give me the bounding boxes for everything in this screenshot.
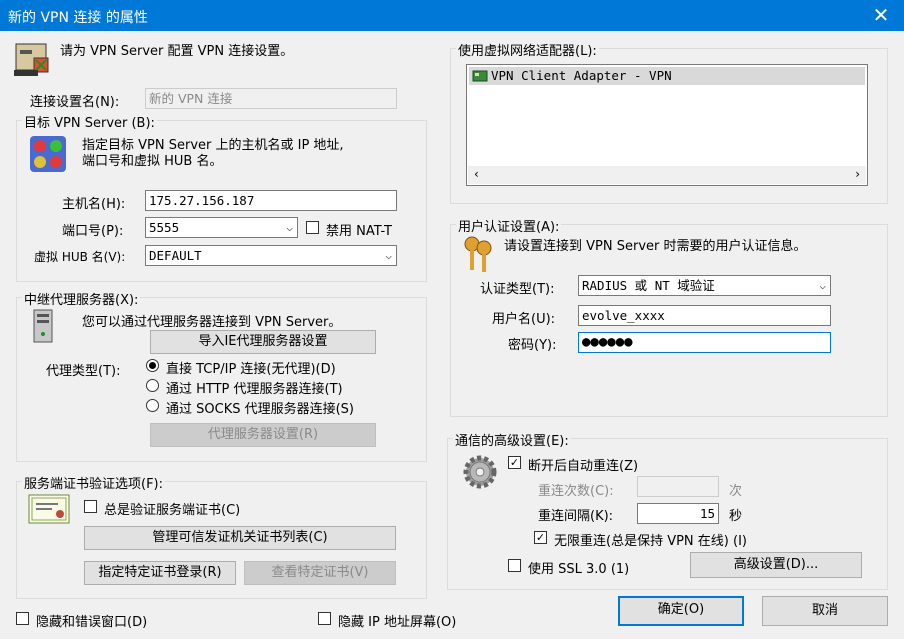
- view-cert-button[interactable]: 查看特定证书(V): [244, 561, 396, 585]
- retry-count-label: 重连次数(C):: [538, 484, 614, 499]
- proxy-option-socks: 通过 SOCKS 代理服务器连接(S): [166, 402, 354, 417]
- password-input[interactable]: ●●●●●●: [578, 332, 831, 353]
- hide-ip-checkbox[interactable]: [318, 612, 331, 625]
- retry-count-unit: 次: [729, 484, 743, 499]
- auto-reconnect-label: 断开后自动重连(Z): [528, 459, 639, 474]
- proxy-group-label: 中继代理服务器(X):: [22, 289, 141, 308]
- proxy-desc: 您可以通过代理服务器连接到 VPN Server。: [82, 315, 342, 330]
- host-label: 主机名(H):: [62, 197, 126, 212]
- import-ie-proxy-button[interactable]: 导入IE代理服务器设置: [150, 330, 376, 354]
- gear-icon: [463, 455, 497, 489]
- hide-errors-checkbox[interactable]: [16, 612, 29, 625]
- infinite-reconnect-checkbox[interactable]: ✓: [534, 531, 547, 544]
- auth-desc: 请设置连接到 VPN Server 时需要的用户认证信息。: [504, 239, 807, 254]
- hide-ip-label: 隐藏 IP 地址屏幕(O): [338, 615, 457, 630]
- proxy-radio-socks[interactable]: [146, 399, 159, 412]
- proxy-type-label: 代理类型(T):: [46, 364, 121, 379]
- window-title: 新的 VPN 连接 的属性: [8, 10, 148, 26]
- chevron-left-icon[interactable]: ‹: [474, 167, 479, 181]
- host-input[interactable]: 175.27.156.187: [145, 190, 397, 211]
- port-combo[interactable]: 5555 ⌵: [145, 217, 298, 238]
- keys-icon: [464, 236, 492, 272]
- hide-errors-label: 隐藏和错误窗口(D): [36, 615, 148, 630]
- advanced-group-label: 通信的高级设置(E):: [453, 430, 571, 449]
- natt-checkbox[interactable]: [306, 221, 319, 234]
- retry-interval-input[interactable]: 15: [637, 503, 719, 524]
- cert-group-label: 服务端证书验证选项(F):: [22, 473, 166, 492]
- computer-icon: [33, 309, 53, 343]
- auto-reconnect-checkbox[interactable]: ✓: [508, 456, 521, 469]
- chevron-down-icon: ⌵: [286, 221, 293, 234]
- conn-name-label: 连接设置名(N):: [30, 95, 120, 110]
- conn-name-input[interactable]: 新的 VPN 连接: [145, 88, 397, 109]
- auth-type-value: RADIUS 或 NT 域验证: [582, 278, 715, 293]
- retry-interval-unit: 秒: [729, 509, 743, 524]
- username-input[interactable]: evolve_xxxx: [578, 305, 831, 326]
- specify-cert-button[interactable]: 指定特定证书登录(R): [84, 561, 236, 585]
- proxy-radio-direct[interactable]: [146, 359, 159, 372]
- infinite-reconnect-label: 无限重连(总是保持 VPN 在线) (I): [554, 534, 747, 549]
- always-verify-checkbox[interactable]: [84, 500, 97, 513]
- ok-button[interactable]: 确定(O): [618, 596, 744, 626]
- username-label: 用户名(U):: [492, 312, 556, 327]
- title-bar: 新的 VPN 连接 的属性 ✕: [0, 0, 904, 31]
- adapter-list[interactable]: VPN Client Adapter - VPN ‹ ›: [466, 64, 868, 186]
- chevron-down-icon: ⌵: [385, 249, 392, 262]
- proxy-settings-button[interactable]: 代理服务器设置(R): [150, 423, 376, 447]
- intro-text: 请为 VPN Server 配置 VPN 连接设置。: [60, 44, 294, 59]
- natt-label: 禁用 NAT-T: [326, 224, 392, 239]
- network-icon: [30, 136, 66, 172]
- chevron-right-icon[interactable]: ›: [855, 167, 860, 181]
- hub-value: DEFAULT: [149, 248, 202, 263]
- password-label: 密码(Y):: [508, 338, 557, 353]
- trusted-ca-button[interactable]: 管理可信发证机关证书列表(C): [84, 526, 396, 550]
- ssl3-label: 使用 SSL 3.0 (1): [528, 562, 630, 577]
- proxy-radio-http[interactable]: [146, 379, 159, 392]
- advanced-settings-button[interactable]: 高级设置(D)...: [690, 552, 862, 578]
- adapter-item-label: VPN Client Adapter - VPN: [491, 68, 672, 83]
- retry-interval-label: 重连间隔(K):: [538, 509, 614, 524]
- port-label: 端口号(P):: [62, 224, 124, 239]
- adapter-group-label: 使用虚拟网络适配器(L):: [456, 40, 599, 59]
- auth-group-label: 用户认证设置(A):: [456, 216, 562, 235]
- cancel-button[interactable]: 取消: [762, 596, 888, 626]
- chevron-down-icon: ⌵: [819, 279, 826, 292]
- ssl3-checkbox[interactable]: [508, 559, 521, 572]
- target-desc-2: 端口号和虚拟 HUB 名。: [82, 154, 223, 169]
- retry-count-input[interactable]: [637, 476, 719, 497]
- proxy-option-http: 通过 HTTP 代理服务器连接(T): [166, 382, 343, 397]
- hub-label: 虚拟 HUB 名(V):: [34, 250, 126, 264]
- close-icon[interactable]: ✕: [858, 0, 904, 31]
- auth-type-label: 认证类型(T):: [480, 282, 555, 297]
- network-adapter-icon: [472, 70, 488, 82]
- certificate-icon: [28, 494, 70, 524]
- horizontal-scrollbar[interactable]: ‹ ›: [468, 166, 866, 184]
- hub-combo[interactable]: DEFAULT ⌵: [145, 245, 397, 266]
- target-group-label: 目标 VPN Server (B):: [22, 112, 157, 131]
- always-verify-label: 总是验证服务端证书(C): [104, 503, 241, 518]
- auth-type-combo[interactable]: RADIUS 或 NT 域验证 ⌵: [578, 275, 831, 296]
- proxy-option-direct: 直接 TCP/IP 连接(无代理)(D): [166, 362, 336, 377]
- port-value: 5555: [149, 220, 180, 235]
- server-icon: [14, 43, 49, 76]
